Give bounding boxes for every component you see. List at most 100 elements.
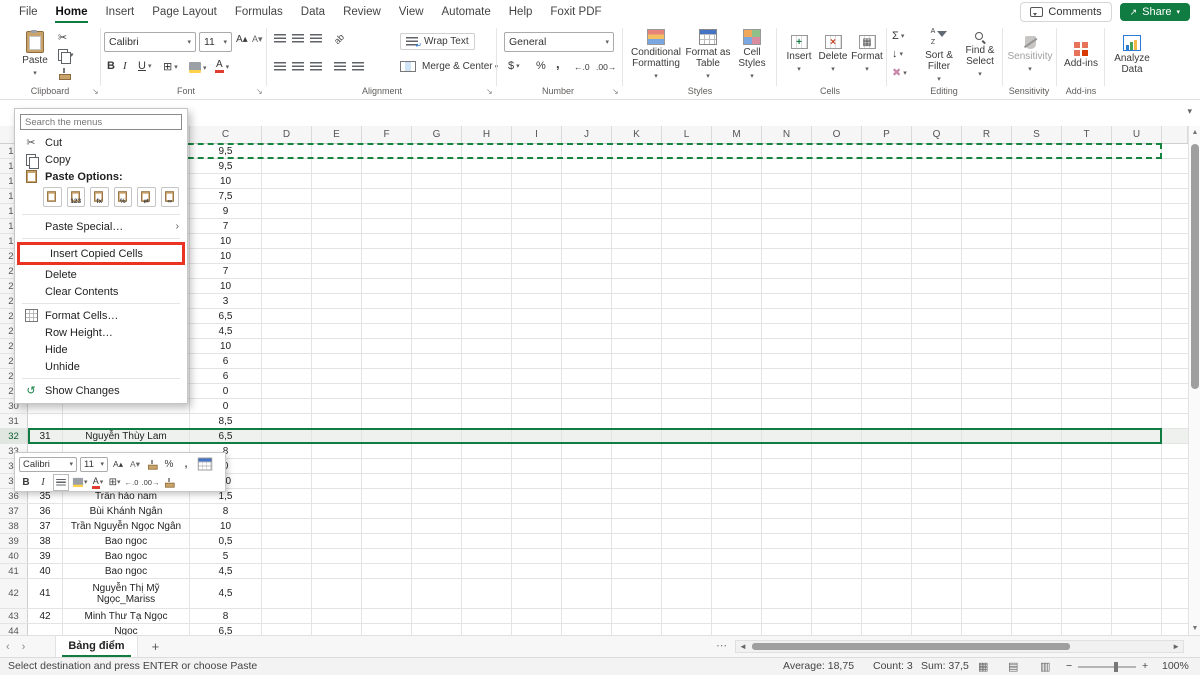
cell-K26[interactable] — [612, 339, 662, 353]
paste-values-icon[interactable]: 123 — [67, 187, 86, 207]
cell-L34[interactable] — [662, 459, 712, 473]
cell-N25[interactable] — [762, 324, 812, 338]
cell-U13[interactable] — [1112, 144, 1162, 158]
align-right-button[interactable] — [310, 62, 322, 71]
cell-M29[interactable] — [712, 384, 762, 398]
cell-E44[interactable] — [312, 624, 362, 635]
accounting-format-button[interactable] — [508, 60, 520, 72]
cell-Q36[interactable] — [912, 489, 962, 503]
menu-tab-file[interactable]: File — [10, 0, 47, 24]
cell-F13[interactable] — [362, 144, 412, 158]
cell-M25[interactable] — [712, 324, 762, 338]
cell-U39[interactable] — [1112, 534, 1162, 548]
cell-S30[interactable] — [1012, 399, 1062, 413]
cell-T35[interactable] — [1062, 474, 1112, 488]
cell-E25[interactable] — [312, 324, 362, 338]
menu-item-delete[interactable]: Delete — [15, 266, 187, 283]
cell-M43[interactable] — [712, 609, 762, 623]
cell-filler-26[interactable] — [1162, 339, 1188, 353]
cell-U36[interactable] — [1112, 489, 1162, 503]
cell-S42[interactable] — [1012, 579, 1062, 608]
cell-C30[interactable]: 0 — [190, 399, 262, 413]
mini-format-painter-button[interactable] — [145, 457, 159, 472]
cell-F20[interactable] — [362, 249, 412, 263]
menu-tab-insert[interactable]: Insert — [96, 0, 143, 24]
cell-N37[interactable] — [762, 504, 812, 518]
cell-filler-25[interactable] — [1162, 324, 1188, 338]
cell-Q22[interactable] — [912, 279, 962, 293]
cell-L19[interactable] — [662, 234, 712, 248]
mini-bold-button[interactable] — [19, 475, 33, 490]
find-select-button[interactable]: Find & Select — [960, 27, 1000, 83]
cell-Q23[interactable] — [912, 294, 962, 308]
cell-O24[interactable] — [812, 309, 862, 323]
cell-J28[interactable] — [562, 369, 612, 383]
cell-O32[interactable] — [812, 429, 862, 443]
col-header-U[interactable]: U — [1112, 126, 1162, 143]
cell-T32[interactable] — [1062, 429, 1112, 443]
cell-P35[interactable] — [862, 474, 912, 488]
cell-O40[interactable] — [812, 549, 862, 563]
cell-G17[interactable] — [412, 204, 462, 218]
cell-U40[interactable] — [1112, 549, 1162, 563]
cell-T13[interactable] — [1062, 144, 1112, 158]
cell-R38[interactable] — [962, 519, 1012, 533]
cell-S31[interactable] — [1012, 414, 1062, 428]
delete-cells-button[interactable]: Delete — [816, 27, 850, 83]
cell-K21[interactable] — [612, 264, 662, 278]
cell-S33[interactable] — [1012, 444, 1062, 458]
cell-F40[interactable] — [362, 549, 412, 563]
clear-button[interactable] — [892, 66, 907, 79]
cell-filler-33[interactable] — [1162, 444, 1188, 458]
cell-S25[interactable] — [1012, 324, 1062, 338]
cell-O44[interactable] — [812, 624, 862, 635]
comments-button[interactable]: Comments — [1020, 2, 1111, 22]
cell-L27[interactable] — [662, 354, 712, 368]
cell-T42[interactable] — [1062, 579, 1112, 608]
cell-M36[interactable] — [712, 489, 762, 503]
cell-L13[interactable] — [662, 144, 712, 158]
fill-button[interactable] — [892, 48, 903, 60]
status-average[interactable]: Average: 18,75 — [783, 660, 854, 672]
cell-R36[interactable] — [962, 489, 1012, 503]
zoom-slider-thumb[interactable] — [1114, 662, 1118, 672]
cell-O35[interactable] — [812, 474, 862, 488]
cell-J40[interactable] — [562, 549, 612, 563]
cell-E43[interactable] — [312, 609, 362, 623]
cell-L15[interactable] — [662, 174, 712, 188]
align-bottom-button[interactable] — [310, 34, 322, 43]
cell-H25[interactable] — [462, 324, 512, 338]
menu-item-insert-copied-cells[interactable]: Insert Copied Cells — [20, 245, 182, 262]
cell-I26[interactable] — [512, 339, 562, 353]
cell-N15[interactable] — [762, 174, 812, 188]
cell-P15[interactable] — [862, 174, 912, 188]
cell-R30[interactable] — [962, 399, 1012, 413]
cell-M20[interactable] — [712, 249, 762, 263]
cell-F18[interactable] — [362, 219, 412, 233]
cell-K19[interactable] — [612, 234, 662, 248]
cell-C31[interactable]: 8,5 — [190, 414, 262, 428]
formula-bar-expand-chevron[interactable] — [1187, 106, 1192, 117]
cell-D32[interactable] — [262, 429, 312, 443]
cell-filler-20[interactable] — [1162, 249, 1188, 263]
cell-M42[interactable] — [712, 579, 762, 608]
cell-K28[interactable] — [612, 369, 662, 383]
cell-P30[interactable] — [862, 399, 912, 413]
autosum-button[interactable] — [892, 30, 904, 42]
cell-filler-13[interactable] — [1162, 144, 1188, 158]
cell-M34[interactable] — [712, 459, 762, 473]
cell-P42[interactable] — [862, 579, 912, 608]
tab-bar-kebab-icon[interactable] — [716, 639, 727, 652]
cell-S20[interactable] — [1012, 249, 1062, 263]
cell-G26[interactable] — [412, 339, 462, 353]
cell-R32[interactable] — [962, 429, 1012, 443]
cell-D22[interactable] — [262, 279, 312, 293]
col-header-P[interactable]: P — [862, 126, 912, 143]
cell-E16[interactable] — [312, 189, 362, 203]
cell-G18[interactable] — [412, 219, 462, 233]
cell-R15[interactable] — [962, 174, 1012, 188]
cell-H29[interactable] — [462, 384, 512, 398]
cell-O36[interactable] — [812, 489, 862, 503]
cell-T25[interactable] — [1062, 324, 1112, 338]
cell-D20[interactable] — [262, 249, 312, 263]
